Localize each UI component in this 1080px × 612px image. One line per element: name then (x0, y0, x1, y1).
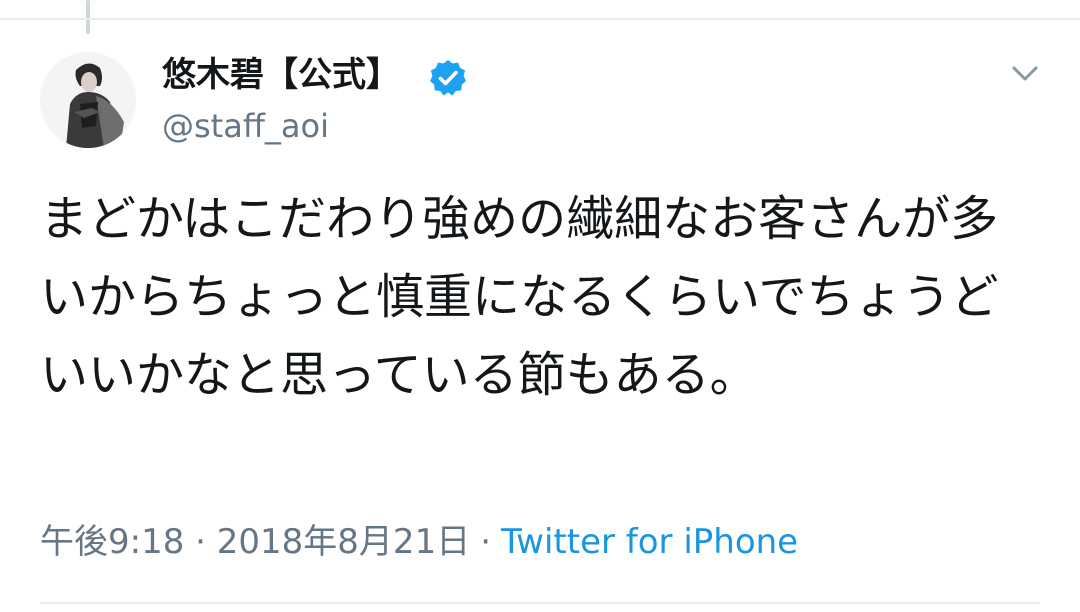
tweet-detail: 悠木碧【公式】 @staff_aoi まどかはこだわり強めの繊細なお客さんが多い… (0, 0, 1080, 612)
author-handle[interactable]: @staff_aoi (162, 106, 329, 146)
tweet-timestamp[interactable]: 午後9:18 · 2018年8月21日 (40, 522, 470, 562)
thread-connector-line (86, 0, 90, 34)
tweet-source-link[interactable]: Twitter for iPhone (501, 522, 798, 562)
avatar[interactable] (40, 52, 136, 148)
bottom-divider (40, 602, 1040, 604)
chevron-down-icon[interactable] (1008, 56, 1042, 90)
author-display-name[interactable]: 悠木碧【公式】 (162, 54, 400, 96)
tweet-text: まどかはこだわり強めの繊細なお客さんが多いからちょっと慎重になるくらいでちょうど… (40, 191, 999, 403)
avatar-photo (40, 52, 136, 148)
tweet-meta: 午後9:18 · 2018年8月21日 · Twitter for iPhone (40, 520, 798, 564)
meta-separator: · (480, 522, 492, 562)
verified-badge-icon (430, 60, 466, 96)
top-divider (0, 18, 1080, 20)
